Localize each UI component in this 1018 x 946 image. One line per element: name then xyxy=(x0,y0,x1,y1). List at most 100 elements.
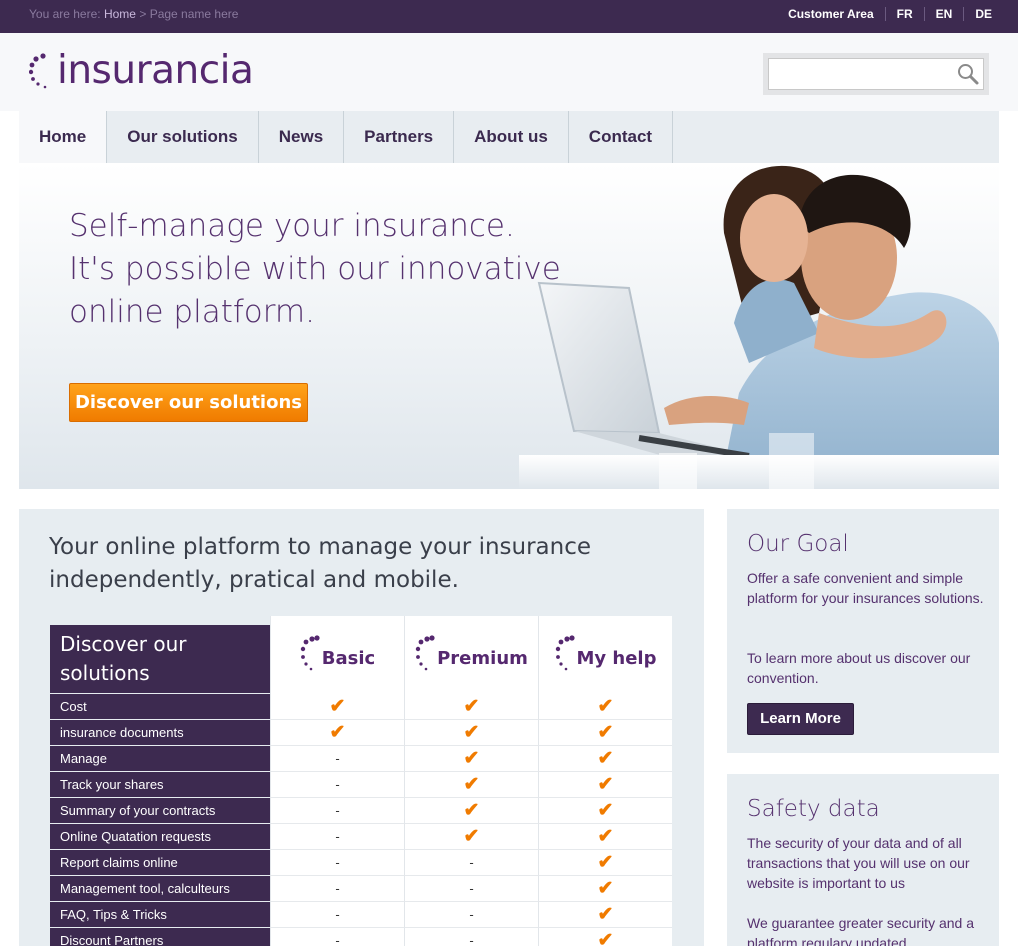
site-header: insurancia xyxy=(0,33,1018,111)
checkmark-icon: ✔ xyxy=(463,748,480,769)
plan-dots-icon xyxy=(415,635,435,671)
feature-label: insurance documents xyxy=(50,720,270,745)
hero-headline: Self-manage your insurance. It's possibl… xyxy=(69,205,561,334)
solutions-title: Your online platform to manage your insu… xyxy=(49,534,592,593)
checkmark-icon: ✔ xyxy=(597,696,614,717)
feature-label: Summary of your contracts xyxy=(50,798,270,823)
feature-included-cell: ✔ xyxy=(538,928,672,946)
feature-included-cell: ✔ xyxy=(538,798,672,824)
safety-data-box: Safety data The security of your data an… xyxy=(727,774,999,946)
comparison-row: Manage - ✔ ✔ xyxy=(50,746,673,772)
nav-item-news[interactable]: News xyxy=(259,111,345,163)
comparison-row: Report claims online - - ✔ xyxy=(50,850,673,876)
plan-basic-header[interactable]: Basic xyxy=(270,616,404,694)
search-box xyxy=(763,53,989,95)
feature-included-cell: ✔ xyxy=(538,720,672,746)
feature-included-cell: ✔ xyxy=(270,694,404,720)
language-de-link[interactable]: DE xyxy=(963,7,992,21)
nav-item-home[interactable]: Home xyxy=(19,111,108,163)
comparison-row: Online Quatation requests - ✔ ✔ xyxy=(50,824,673,850)
breadcrumb: You are here: Home > Page name here xyxy=(29,7,238,21)
breadcrumb-home-link[interactable]: Home xyxy=(104,7,136,21)
comparison-row: Management tool, calculteurs - - ✔ xyxy=(50,876,673,902)
feature-included-cell: ✔ xyxy=(404,798,538,824)
feature-label: Cost xyxy=(50,694,270,719)
feature-label: Manage xyxy=(50,746,270,771)
comparison-row: Cost ✔ ✔ ✔ xyxy=(50,694,673,720)
checkmark-icon: ✔ xyxy=(597,748,614,769)
feature-included-cell: ✔ xyxy=(404,772,538,798)
checkmark-icon: ✔ xyxy=(597,722,614,743)
top-links: Customer Area FR EN DE xyxy=(788,7,992,21)
main-nav: Home Our solutions News Partners About u… xyxy=(19,111,999,163)
breadcrumb-current-page: Page name here xyxy=(149,7,239,21)
feature-included-cell: ✔ xyxy=(538,850,672,876)
feature-not-included-cell: - xyxy=(270,928,404,946)
feature-label: Management tool, calculteurs xyxy=(50,876,270,901)
feature-not-included-cell: - xyxy=(270,746,404,772)
logo-dots-icon xyxy=(29,53,47,89)
solutions-panel: Your online platform to manage your insu… xyxy=(19,509,704,946)
comparison-header-label: Discover our solutions xyxy=(50,625,270,693)
plan-name: My help xyxy=(576,647,657,669)
our-goal-text: Offer a safe convenient and simple platf… xyxy=(747,570,984,606)
feature-not-included-cell: - xyxy=(270,876,404,902)
discover-solutions-button[interactable]: Discover our solutions xyxy=(69,383,308,422)
comparison-rows: Cost ✔ ✔ ✔ insurance documents ✔ ✔ ✔ Manage - ✔ ✔ Tr… xyxy=(50,694,673,946)
hero-line: online platform. xyxy=(69,294,315,330)
feature-included-cell: ✔ xyxy=(538,694,672,720)
plan-dots-icon xyxy=(300,635,320,671)
hero-couple-laptop-image xyxy=(519,165,999,489)
feature-not-included-cell: - xyxy=(404,850,538,876)
nav-item-partners[interactable]: Partners xyxy=(344,111,455,163)
feature-not-included-cell: - xyxy=(270,772,404,798)
checkmark-icon: ✔ xyxy=(329,696,346,717)
checkmark-icon: ✔ xyxy=(597,930,614,946)
comparison-table: Discover our solutions Basic Premium My … xyxy=(50,616,673,946)
checkmark-icon: ✔ xyxy=(463,774,480,795)
breadcrumb-separator: > xyxy=(139,7,147,21)
checkmark-icon: ✔ xyxy=(463,800,480,821)
comparison-row: Track your shares - ✔ ✔ xyxy=(50,772,673,798)
logo[interactable]: insurancia xyxy=(29,48,254,93)
nav-item-contact[interactable]: Contact xyxy=(569,111,674,163)
search-input[interactable] xyxy=(768,58,984,90)
checkmark-icon: ✔ xyxy=(597,826,614,847)
feature-included-cell: ✔ xyxy=(538,746,672,772)
top-bar: You are here: Home > Page name here Cust… xyxy=(0,0,1018,33)
feature-not-included-cell: - xyxy=(404,902,538,928)
checkmark-icon: ✔ xyxy=(597,878,614,899)
comparison-header-row: Discover our solutions Basic Premium My … xyxy=(50,616,673,694)
language-en-link[interactable]: EN xyxy=(923,7,964,21)
customer-area-link[interactable]: Customer Area xyxy=(788,7,885,21)
logo-text: insurancia xyxy=(57,48,254,93)
plan-name: Premium xyxy=(437,647,528,669)
language-fr-link[interactable]: FR xyxy=(884,7,924,21)
our-goal-title: Our Goal xyxy=(747,531,849,557)
feature-label: Track your shares xyxy=(50,772,270,797)
checkmark-icon: ✔ xyxy=(329,722,346,743)
plan-my-help-header[interactable]: My help xyxy=(538,616,672,694)
comparison-row: Summary of your contracts - ✔ ✔ xyxy=(50,798,673,824)
search-icon[interactable] xyxy=(956,62,980,86)
hero-line: Self-manage your insurance. xyxy=(69,208,515,244)
feature-included-cell: ✔ xyxy=(404,824,538,850)
feature-label: Online Quatation requests xyxy=(50,824,270,849)
learn-more-button[interactable]: Learn More xyxy=(747,703,854,735)
nav-item-about-us[interactable]: About us xyxy=(454,111,569,163)
checkmark-icon: ✔ xyxy=(597,852,614,873)
checkmark-icon: ✔ xyxy=(597,800,614,821)
safety-data-title: Safety data xyxy=(747,796,880,822)
checkmark-icon: ✔ xyxy=(597,904,614,925)
comparison-row: Discount Partners - - ✔ xyxy=(50,928,673,946)
feature-included-cell: ✔ xyxy=(404,694,538,720)
plan-premium-header[interactable]: Premium xyxy=(404,616,538,694)
feature-included-cell: ✔ xyxy=(538,824,672,850)
checkmark-icon: ✔ xyxy=(463,696,480,717)
plan-dots-icon xyxy=(555,635,575,671)
hero-banner: Self-manage your insurance. It's possibl… xyxy=(19,163,999,489)
comparison-row: insurance documents ✔ ✔ ✔ xyxy=(50,720,673,746)
nav-item-our-solutions[interactable]: Our solutions xyxy=(107,111,259,163)
our-goal-box: Our Goal Offer a safe convenient and sim… xyxy=(727,509,999,753)
hero-line: It's possible with our innovative xyxy=(69,251,561,287)
